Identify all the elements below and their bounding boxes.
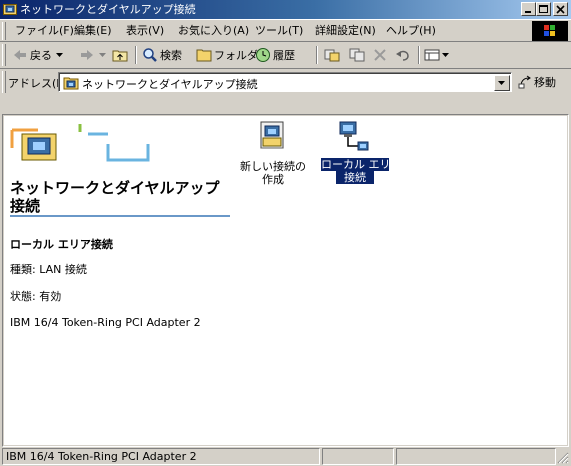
undo-button[interactable] (395, 45, 411, 65)
search-label: 検索 (160, 49, 182, 62)
menu-favorites[interactable]: お気に入り(A) (178, 23, 249, 39)
menu-file[interactable]: ファイル(F) (15, 23, 74, 39)
sidebar-heading-line2: 接続 (10, 197, 41, 215)
address-bar: アドレス(D) ネットワークとダイヤルアップ接続 移動 (0, 69, 571, 95)
menu-help[interactable]: ヘルプ(H) (386, 23, 436, 39)
close-icon (556, 5, 565, 14)
undo-icon (396, 50, 409, 61)
new-connection-icon (260, 121, 284, 149)
chevron-down-icon (442, 53, 449, 57)
go-label: 移動 (534, 76, 556, 89)
back-arrow-icon (14, 50, 26, 60)
copy-to-icon (349, 48, 365, 62)
delete-icon (374, 49, 386, 61)
move-to-button[interactable] (324, 45, 340, 65)
sidebar-heading-rule (10, 215, 230, 217)
up-folder-button[interactable] (112, 45, 128, 65)
menu-bar: ファイル(F) 編集(E) 表示(V) お気に入り(A) ツール(T) 詳細設定… (0, 19, 571, 42)
address-value: ネットワークとダイヤルアップ接続 (82, 78, 258, 91)
sidebar-heading-line1: ネットワークとダイヤルアップ (10, 179, 220, 197)
minimize-icon (525, 11, 531, 13)
address-bar-grip[interactable] (2, 71, 6, 93)
delete-button[interactable] (373, 45, 387, 65)
chevron-down-icon (99, 53, 106, 57)
window-title: ネットワークとダイヤルアップ接続 (20, 3, 196, 16)
close-button[interactable] (553, 2, 568, 16)
go-button[interactable]: 移動 (518, 74, 556, 90)
search-button[interactable]: 検索 (142, 45, 182, 65)
status-bar: IBM 16/4 Token-Ring PCI Adapter 2 (0, 446, 571, 466)
new-connection-item[interactable]: 新しい接続の 作成 (234, 120, 312, 190)
new-connection-label-line2: 作成 (262, 173, 284, 186)
toolbar: 戻る 検索 フォルダ 履歴 (0, 42, 571, 68)
move-to-icon (324, 49, 340, 62)
history-button[interactable]: 履歴 (255, 45, 295, 65)
folders-icon (196, 49, 212, 62)
forward-button[interactable] (79, 45, 106, 65)
connection-status: 状態: 有効 (10, 290, 62, 303)
status-panel-2 (322, 448, 394, 465)
network-folder-icon (3, 4, 17, 15)
status-text: IBM 16/4 Token-Ring PCI Adapter 2 (2, 448, 320, 465)
folders-label: フォルダ (214, 49, 258, 62)
folder-view[interactable]: ネットワークとダイヤルアップ 接続 ローカル エリア接続 種類: LAN 接続 … (4, 116, 567, 445)
selected-connection-name: ローカル エリア接続 (10, 238, 113, 251)
forward-arrow-icon (81, 50, 93, 60)
windows-flag-icon (544, 25, 555, 36)
copy-to-button[interactable] (349, 45, 365, 65)
toolbar-grip[interactable] (2, 44, 6, 66)
chevron-down-icon (56, 53, 63, 57)
back-button[interactable]: 戻る (12, 45, 63, 65)
status-panel-3 (396, 448, 556, 465)
folders-button[interactable]: フォルダ (196, 45, 258, 65)
toolbar-separator (316, 46, 318, 64)
back-label: 戻る (30, 49, 52, 62)
menu-view[interactable]: 表示(V) (126, 23, 164, 39)
chevron-down-icon (498, 81, 505, 85)
lan-connection-icon (339, 121, 369, 151)
toolbar-separator (135, 46, 137, 64)
network-folder-icon (63, 77, 79, 90)
menu-tools[interactable]: ツール(T) (255, 23, 303, 39)
views-button[interactable] (424, 45, 449, 65)
lan-connection-label-line2: 接続 (336, 171, 374, 184)
toolbar-separator (418, 46, 420, 64)
go-arrow-icon (518, 75, 531, 89)
menu-bar-grip[interactable] (2, 22, 6, 40)
lan-connection-item[interactable]: ローカル エリア 接続 (316, 120, 402, 190)
network-banner-graphic (10, 124, 150, 162)
title-bar[interactable]: ネットワークとダイヤルアップ接続 (0, 0, 571, 19)
resize-grip-icon[interactable] (557, 452, 569, 464)
maximize-icon (539, 5, 548, 13)
address-dropdown-button[interactable] (494, 75, 510, 91)
adapter-name: IBM 16/4 Token-Ring PCI Adapter 2 (10, 316, 201, 329)
lan-connection-label-line1: ローカル エリア (321, 158, 402, 171)
up-folder-icon (112, 50, 128, 62)
history-icon (256, 48, 270, 62)
menu-edit[interactable]: 編集(E) (74, 23, 112, 39)
address-field[interactable]: ネットワークとダイヤルアップ接続 (58, 72, 512, 92)
windows-logo (532, 21, 568, 41)
menu-advanced[interactable]: 詳細設定(N) (315, 23, 376, 39)
connection-type: 種類: LAN 接続 (10, 263, 87, 276)
maximize-button[interactable] (536, 2, 551, 16)
minimize-button[interactable] (521, 2, 536, 16)
history-label: 履歴 (273, 49, 295, 62)
search-icon (143, 48, 157, 62)
views-icon (424, 49, 440, 61)
